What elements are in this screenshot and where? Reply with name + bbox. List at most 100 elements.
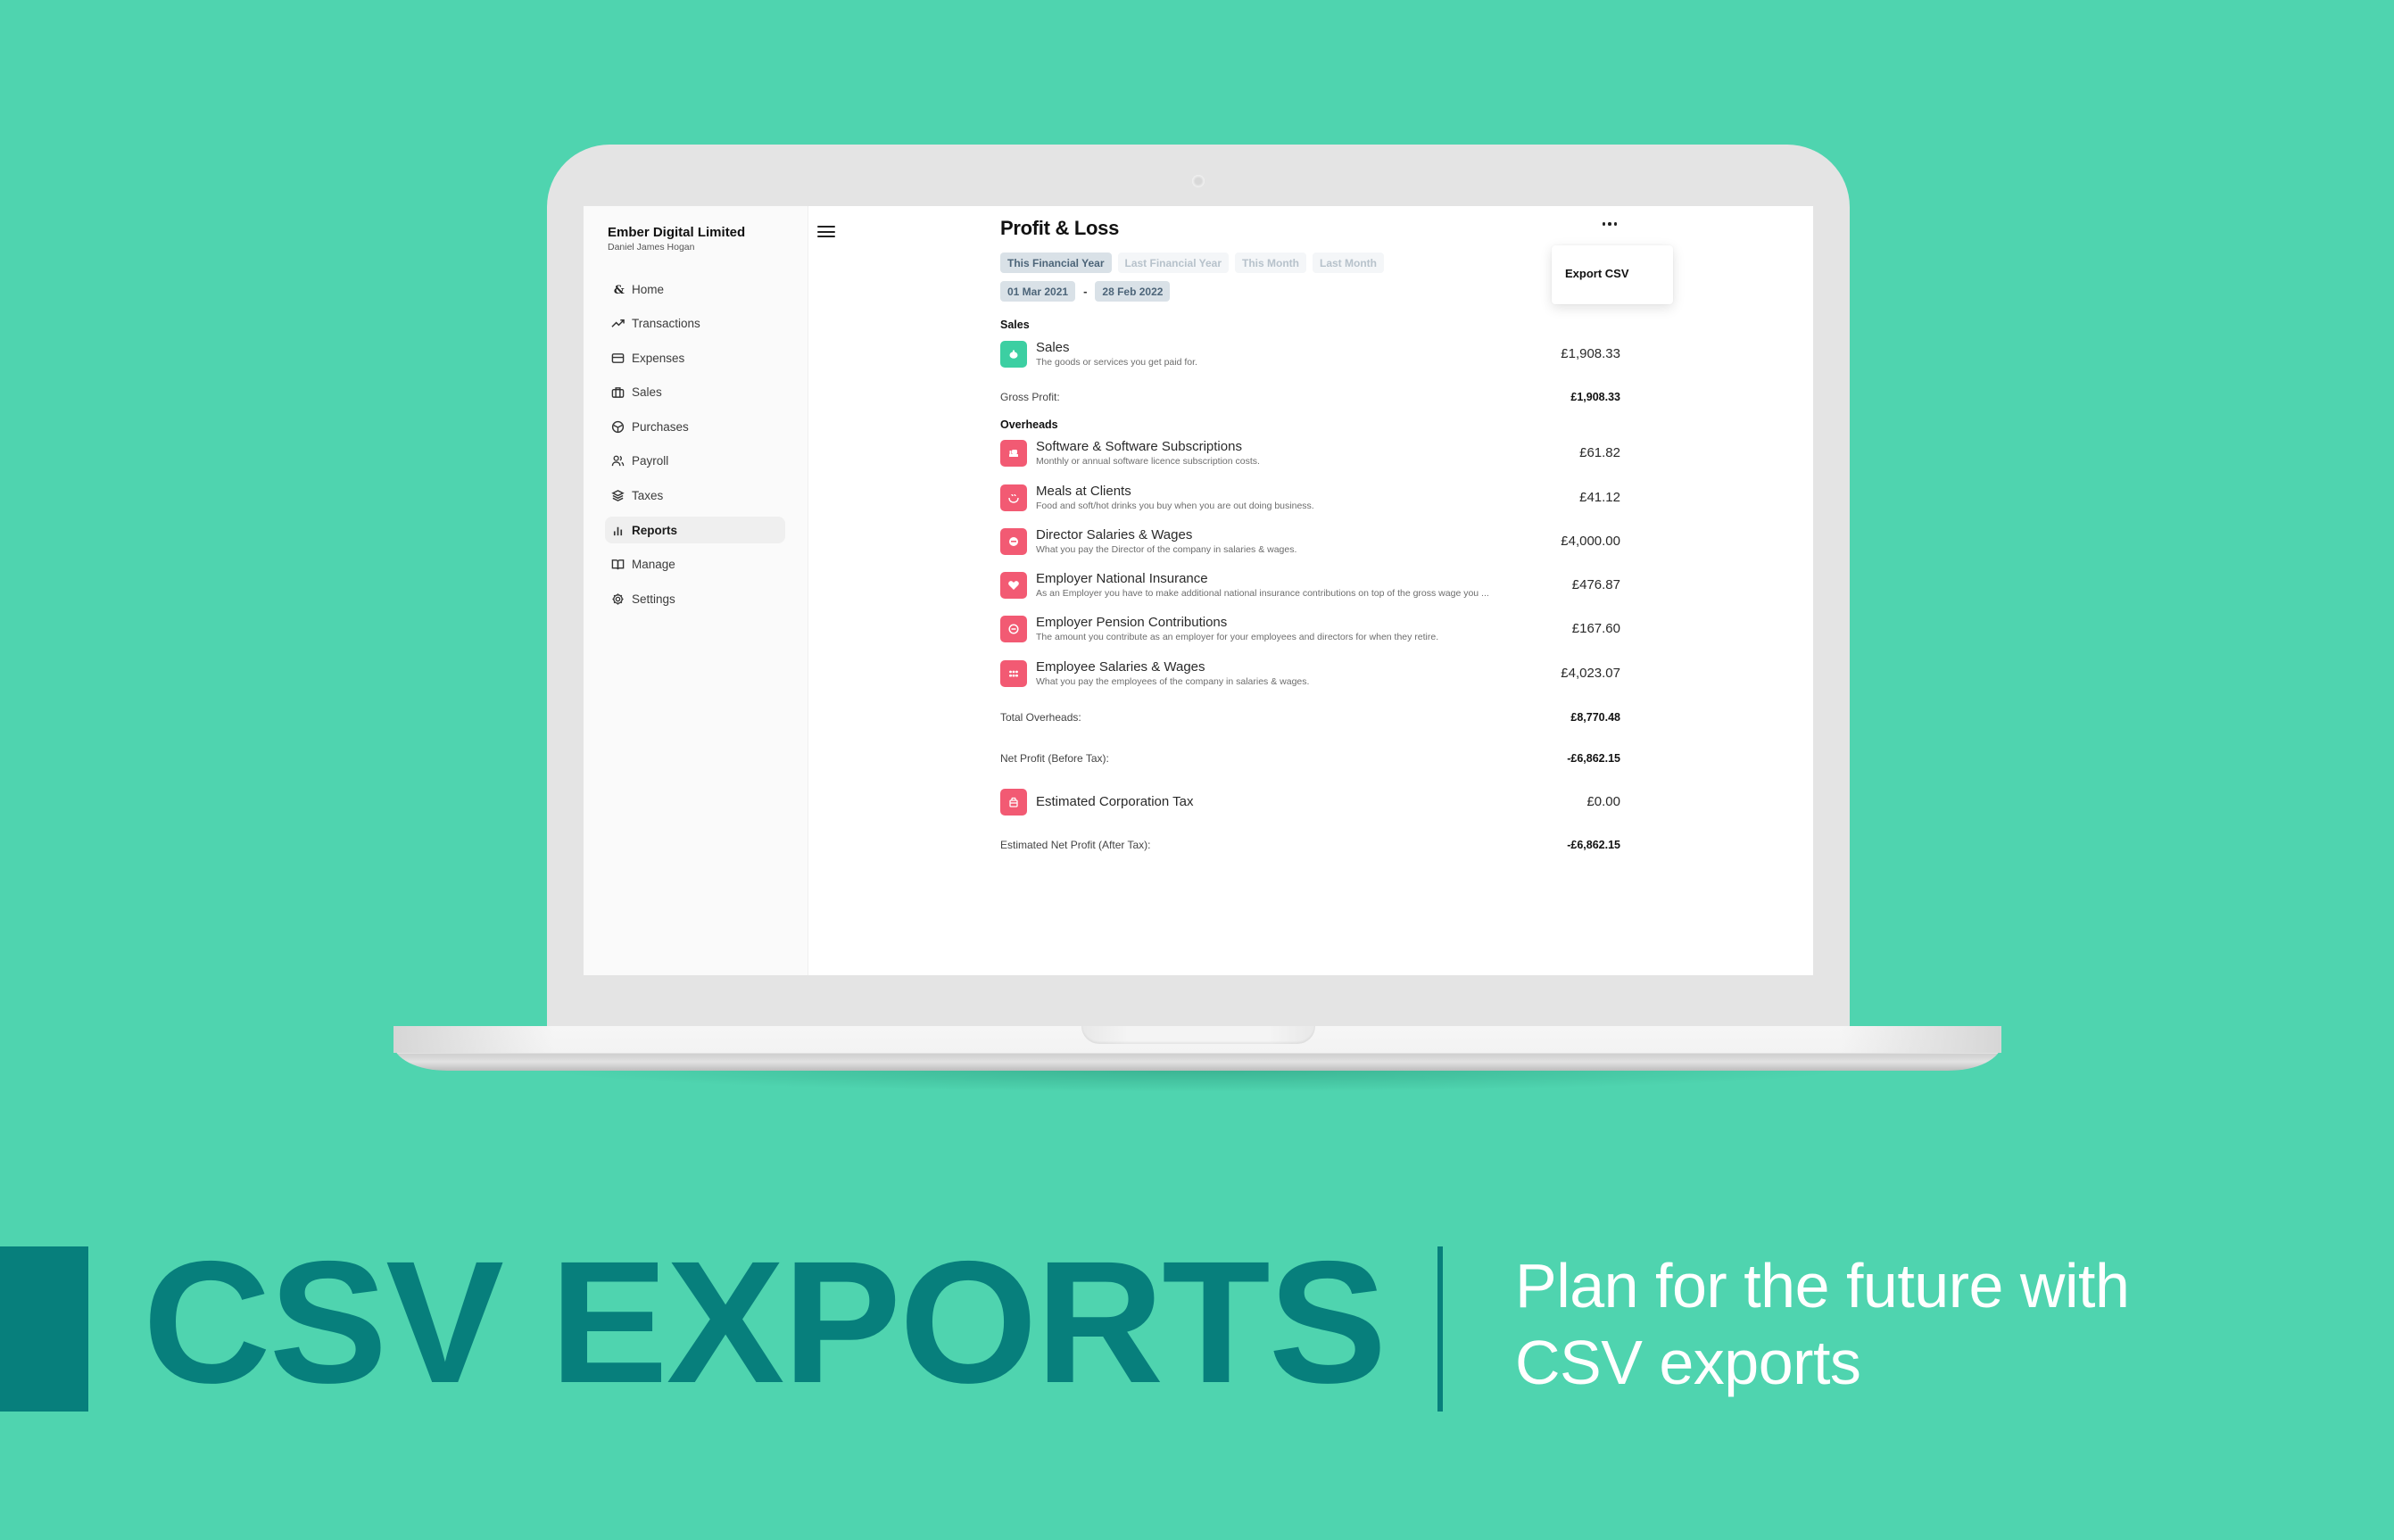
total-overheads-row: Total Overheads: £8,770.48	[1000, 711, 1620, 727]
overheads-heading: Overheads	[1000, 418, 1058, 431]
line-item-description: The amount you contribute as an employer…	[1036, 632, 1439, 642]
laptop-icon	[1000, 440, 1027, 467]
line-item-amount: £41.12	[1579, 490, 1620, 505]
tax-icon	[1000, 789, 1027, 816]
start-date-picker[interactable]: 01 Mar 2021	[1000, 281, 1076, 302]
laptop-notch	[1081, 1026, 1315, 1044]
line-item-title: Sales	[1036, 340, 1070, 355]
line-item-title: Estimated Corporation Tax	[1036, 794, 1194, 809]
report-line-item[interactable]: Meals at Clients Food and soft/hot drink…	[1000, 483, 1620, 515]
sidebar-item-taxes[interactable]: Taxes	[605, 483, 785, 509]
report-line-item[interactable]: Director Salaries & Wages What you pay t…	[1000, 526, 1620, 559]
sidebar-item-purchases[interactable]: Purchases	[605, 413, 785, 440]
sales-heading: Sales	[1000, 319, 1030, 331]
line-item-title: Meals at Clients	[1036, 484, 1131, 499]
date-separator: -	[1083, 285, 1088, 298]
org-name: Ember Digital Limited	[608, 225, 746, 240]
tab-last-financial-year[interactable]: Last Financial Year	[1117, 253, 1229, 273]
tab-this-month[interactable]: This Month	[1235, 253, 1306, 273]
menu-toggle-button[interactable]	[817, 226, 835, 240]
net-profit-before-tax-label: Net Profit (Before Tax):	[1000, 752, 1109, 765]
sidebar-item-reports[interactable]: Reports	[605, 517, 785, 544]
laptop-base-shade-left	[393, 1026, 554, 1053]
line-item-title: Director Salaries & Wages	[1036, 527, 1193, 542]
users-icon	[610, 454, 625, 468]
total-overheads-label: Total Overheads:	[1000, 711, 1081, 724]
svg-text:&: &	[613, 284, 624, 296]
user-name: Daniel James Hogan	[608, 242, 695, 253]
sidebar-item-transactions[interactable]: Transactions	[605, 310, 785, 337]
page-title: Profit & Loss	[1000, 217, 1119, 239]
line-item-title: Employer Pension Contributions	[1036, 615, 1228, 630]
line-item-amount: £476.87	[1571, 577, 1620, 592]
sidebar-item-label: Home	[632, 282, 665, 296]
report-line-item[interactable]: Sales The goods or services you get paid…	[1000, 339, 1620, 371]
app-screen: Ember Digital Limited Daniel James Hogan…	[584, 206, 1813, 975]
team-icon	[1000, 660, 1027, 687]
sidebar-item-label: Reports	[632, 523, 678, 537]
accent-block	[0, 1246, 88, 1412]
sidebar-item-manage[interactable]: Manage	[605, 551, 785, 578]
report-main: Profit & Loss This Financial Year Last F…	[1000, 206, 1643, 975]
sidebar-item-settings[interactable]: Settings	[605, 585, 785, 612]
banner-headline: CSV EXPORTS	[143, 1225, 1387, 1420]
credit-card-icon	[610, 351, 625, 365]
sidebar-nav: & Home Transactions Expenses Sales Purch…	[605, 276, 785, 620]
line-item-description: Monthly or annual software licence subsc…	[1036, 456, 1260, 467]
bar-chart-icon	[610, 523, 625, 537]
sidebar-item-label: Manage	[632, 558, 675, 572]
line-item-description: The goods or services you get paid for.	[1036, 357, 1197, 368]
book-open-icon	[610, 558, 625, 572]
gross-profit-label: Gross Profit:	[1000, 391, 1060, 403]
net-profit-before-tax-row: Net Profit (Before Tax): -£6,862.15	[1000, 752, 1620, 768]
package-icon	[610, 419, 625, 434]
total-overheads-value: £8,770.48	[1570, 711, 1620, 724]
sidebar: Ember Digital Limited Daniel James Hogan…	[584, 206, 808, 975]
banner-subtitle-line-1: Plan for the future with	[1515, 1251, 2130, 1321]
sidebar-item-sales[interactable]: Sales	[605, 379, 785, 406]
banner-subtitle-line-2: CSV exports	[1515, 1328, 1861, 1397]
end-date-picker[interactable]: 28 Feb 2022	[1095, 281, 1171, 302]
line-item-description: Food and soft/hot drinks you buy when yo…	[1036, 501, 1314, 511]
report-line-item[interactable]: Employer Pension Contributions The amoun…	[1000, 614, 1620, 646]
piggy-bank-icon	[1000, 341, 1027, 368]
trending-up-icon	[610, 317, 625, 331]
laptop-base-shade-right	[1841, 1026, 2001, 1053]
home-icon: &	[610, 282, 625, 296]
line-item-amount: £1,908.33	[1561, 346, 1620, 361]
laptop-camera	[1192, 175, 1205, 187]
sidebar-item-label: Transactions	[632, 317, 700, 331]
gross-profit-value: £1,908.33	[1570, 391, 1620, 403]
report-line-item[interactable]: Software & Software Subscriptions Monthl…	[1000, 438, 1620, 470]
report-line-item[interactable]: Employer National Insurance As an Employ…	[1000, 570, 1620, 602]
sidebar-item-home[interactable]: & Home	[605, 276, 785, 302]
line-item-description: What you pay the Director of the company…	[1036, 544, 1297, 555]
sidebar-item-label: Purchases	[632, 419, 689, 434]
line-item-amount: £4,000.00	[1561, 534, 1620, 549]
tab-last-month[interactable]: Last Month	[1312, 253, 1384, 273]
net-profit-after-tax-label: Estimated Net Profit (After Tax):	[1000, 839, 1151, 851]
sidebar-item-payroll[interactable]: Payroll	[605, 448, 785, 475]
tab-this-financial-year[interactable]: This Financial Year	[1000, 253, 1112, 273]
layers-icon	[610, 489, 625, 503]
banner-divider	[1437, 1246, 1443, 1412]
sidebar-item-label: Taxes	[632, 489, 664, 503]
line-item-title: Employee Salaries & Wages	[1036, 659, 1205, 675]
period-tabs: This Financial Year Last Financial Year …	[1000, 253, 1384, 273]
laptop-shadow	[535, 1069, 1856, 1092]
gear-icon	[610, 592, 625, 606]
report-line-item[interactable]: Employee Salaries & Wages What you pay t…	[1000, 658, 1620, 691]
sidebar-item-label: Payroll	[632, 454, 669, 468]
director-icon	[1000, 528, 1027, 555]
line-item-title: Employer National Insurance	[1036, 571, 1208, 586]
gross-profit-row: Gross Profit: £1,908.33	[1000, 391, 1620, 407]
briefcase-icon	[610, 385, 625, 400]
net-profit-after-tax-value: -£6,862.15	[1567, 839, 1620, 851]
report-line-item[interactable]: Estimated Corporation Tax £0.00	[1000, 787, 1620, 819]
net-profit-before-tax-value: -£6,862.15	[1567, 752, 1620, 765]
sidebar-item-label: Sales	[632, 385, 662, 400]
line-item-amount: £61.82	[1579, 445, 1620, 460]
sidebar-item-expenses[interactable]: Expenses	[605, 344, 785, 371]
line-item-title: Software & Software Subscriptions	[1036, 439, 1242, 454]
line-item-description: As an Employer you have to make addition…	[1036, 588, 1489, 599]
